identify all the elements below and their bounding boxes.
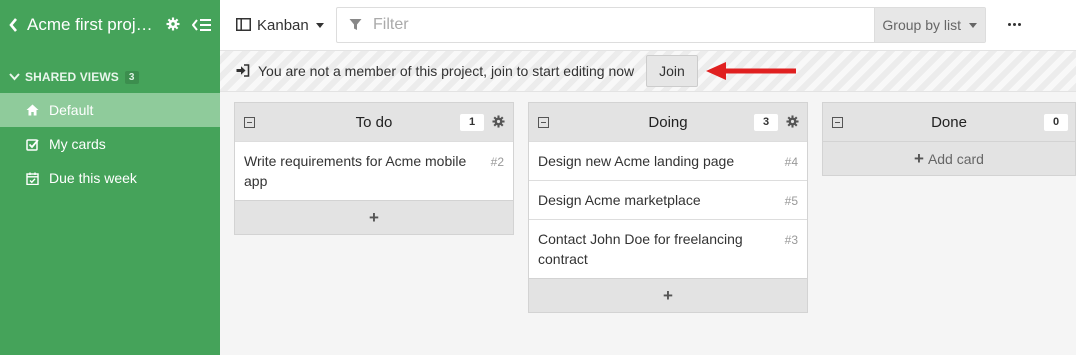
add-card-button[interactable]: + <box>529 278 807 312</box>
sidebar-item-default[interactable]: Default <box>0 93 220 127</box>
view-switcher-label: Kanban <box>257 16 309 34</box>
check-square-icon <box>26 137 40 151</box>
list-doing: Doing 3 Design new Acme landing page #4 … <box>528 102 808 313</box>
sidebar-item-label: My cards <box>49 136 106 152</box>
list-header: To do 1 <box>235 103 513 141</box>
more-options-icon[interactable] <box>1006 16 1022 32</box>
filter-icon <box>349 18 363 32</box>
card-title: Contact John Doe for freelancing contrac… <box>538 231 743 267</box>
list-header: Doing 3 <box>529 103 807 141</box>
shared-views-header[interactable]: SHARED VIEWS 3 <box>0 61 220 93</box>
sidebar-item-label: Default <box>49 102 94 118</box>
list-done: Done 0 + Add card <box>822 102 1076 176</box>
add-card-button[interactable]: + Add card <box>823 141 1075 175</box>
project-title[interactable]: Acme first proj… <box>27 15 160 35</box>
card[interactable]: Design new Acme landing page #4 <box>529 141 807 180</box>
gear-icon[interactable] <box>786 115 800 129</box>
chevron-down-icon <box>969 22 977 28</box>
sidebar: Acme first proj… SHARED VIEWS 3 Default … <box>0 0 220 355</box>
gear-icon[interactable] <box>492 115 506 129</box>
red-arrow-icon <box>705 62 796 80</box>
notice-message: You are not a member of this project, jo… <box>258 63 635 79</box>
card-title: Design Acme marketplace <box>538 192 701 208</box>
filter-box[interactable]: Filter Group by list <box>336 7 986 43</box>
list-title: Done <box>931 113 967 131</box>
sidebar-header: Acme first proj… <box>0 0 220 50</box>
card[interactable]: Contact John Doe for freelancing contrac… <box>529 219 807 278</box>
plus-icon: + <box>369 207 379 227</box>
card-title: Design new Acme landing page <box>538 153 735 169</box>
card-number: #4 <box>784 155 798 169</box>
view-switcher-button[interactable]: Kanban <box>232 8 328 42</box>
filter-input[interactable]: Filter <box>373 16 874 34</box>
shared-views-label: SHARED VIEWS <box>25 70 119 84</box>
membership-notice: You are not a member of this project, jo… <box>220 50 1076 92</box>
gear-icon[interactable] <box>166 17 182 33</box>
group-by-dropdown[interactable]: Group by list <box>874 8 985 42</box>
card-title: Write requirements for Acme mobile app <box>244 153 467 189</box>
top-toolbar: Kanban Filter Group by list <box>220 0 1076 50</box>
card-number: #5 <box>784 194 798 208</box>
add-card-label: Add card <box>927 150 984 167</box>
list-count-badge: 1 <box>460 113 484 131</box>
add-card-button[interactable]: + <box>235 200 513 234</box>
list-count-badge: 3 <box>754 113 778 131</box>
join-button[interactable]: Join <box>646 55 698 87</box>
plus-icon: + <box>663 285 673 305</box>
home-icon <box>26 103 40 117</box>
list-to-do: To do 1 Write requirements for Acme mobi… <box>234 102 514 235</box>
collapse-sidebar-icon[interactable] <box>192 16 214 34</box>
sidebar-item-label: Due this week <box>49 170 137 186</box>
collapse-list-icon[interactable] <box>538 116 549 128</box>
card-number: #2 <box>490 155 504 169</box>
columns-icon <box>236 18 251 32</box>
chevron-down-icon <box>9 70 21 84</box>
group-by-label: Group by list <box>882 17 961 33</box>
card[interactable]: Write requirements for Acme mobile app #… <box>235 141 513 200</box>
list-count-badge: 0 <box>1044 113 1068 131</box>
list-header: Done 0 <box>823 103 1075 141</box>
sidebar-item-due-this-week[interactable]: Due this week <box>0 161 220 195</box>
chevron-left-icon[interactable] <box>6 16 20 34</box>
sidebar-item-my-cards[interactable]: My cards <box>0 127 220 161</box>
card[interactable]: Design Acme marketplace #5 <box>529 180 807 219</box>
calendar-check-icon <box>26 171 40 185</box>
chevron-down-icon <box>315 22 324 28</box>
collapse-list-icon[interactable] <box>832 116 843 128</box>
sign-in-icon <box>236 64 250 78</box>
shared-views-count: 3 <box>124 70 139 84</box>
plus-icon: + <box>914 148 924 168</box>
card-number: #3 <box>784 233 798 247</box>
collapse-list-icon[interactable] <box>244 116 255 128</box>
